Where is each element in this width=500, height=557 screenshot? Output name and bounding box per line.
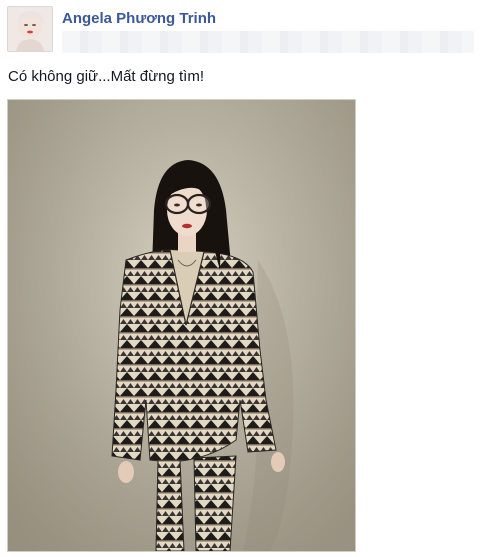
post-header: Angela Phương Trinh (0, 0, 500, 60)
author-name-link[interactable]: Angela Phương Trinh (62, 10, 216, 27)
author-avatar[interactable] (7, 6, 53, 52)
photo-woman-in-patterned-suit-icon (8, 100, 355, 551)
post-photo[interactable] (7, 99, 356, 552)
post-status-text: Có không giữ...Mất đừng tìm! (8, 68, 205, 85)
avatar-portrait-icon (8, 7, 52, 51)
blurred-post-meta (62, 31, 474, 53)
